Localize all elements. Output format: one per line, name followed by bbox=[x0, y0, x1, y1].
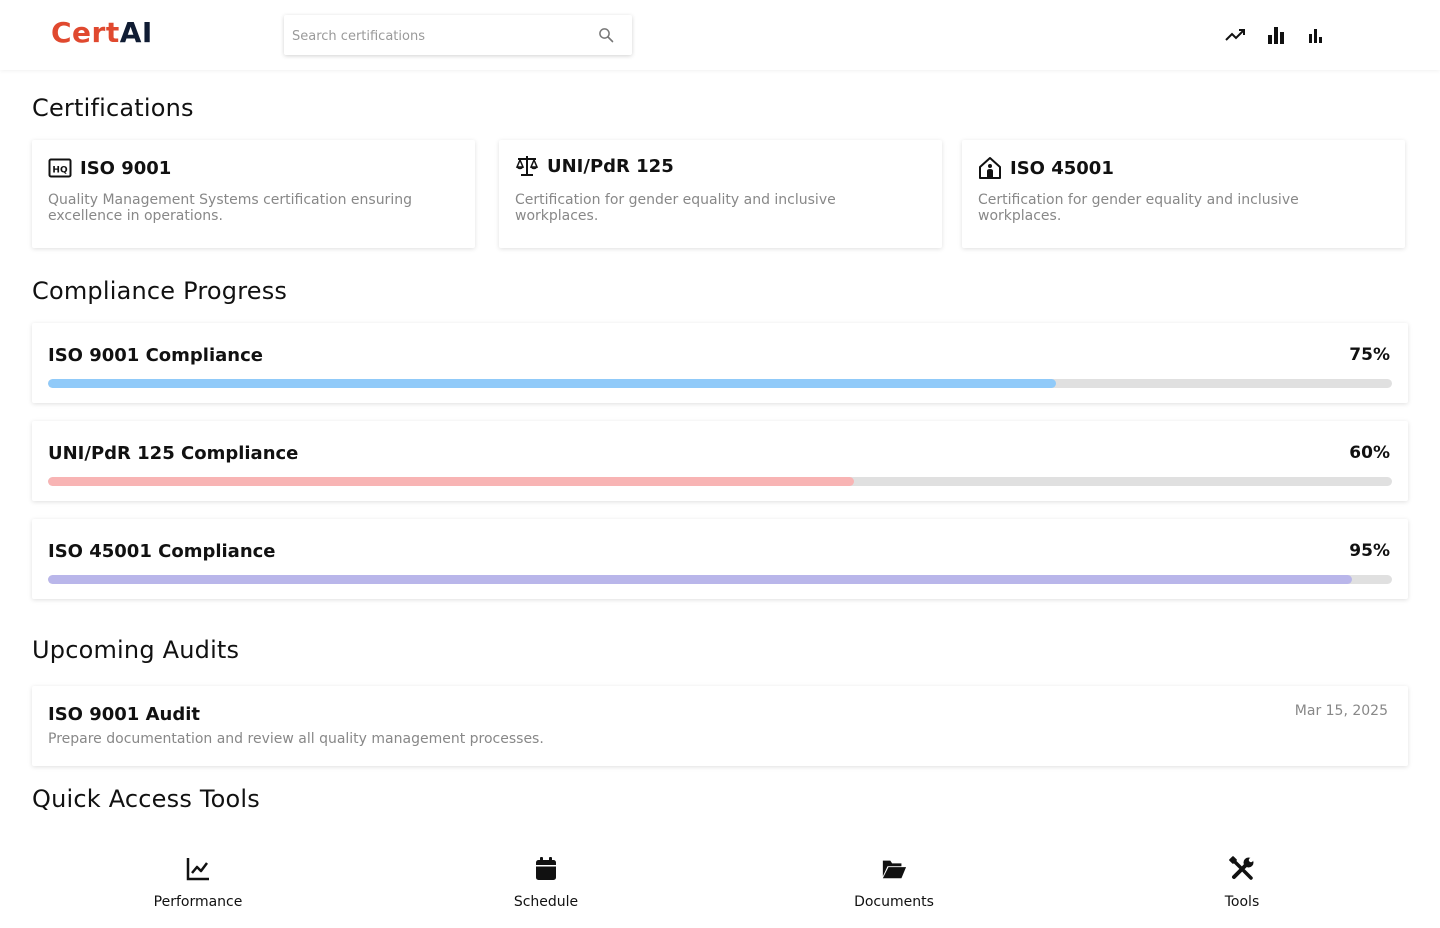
audit-title: ISO 9001 Audit bbox=[48, 704, 200, 725]
top-bar: CertAI bbox=[0, 0, 1440, 70]
certifications-heading: Certifications bbox=[32, 94, 194, 122]
compliance-percent: 75% bbox=[1349, 345, 1390, 365]
cert-card-iso9001[interactable]: HQ ISO 9001 Quality Management Systems c… bbox=[32, 140, 475, 248]
house-person-icon bbox=[979, 157, 1001, 179]
cert-title: ISO 45001 bbox=[1010, 157, 1114, 179]
bar-chart-small-icon[interactable] bbox=[1305, 24, 1327, 46]
tool-documents[interactable]: Documents bbox=[794, 852, 994, 912]
search-input[interactable] bbox=[290, 26, 594, 46]
cert-title: ISO 9001 bbox=[80, 157, 172, 179]
compliance-heading: Compliance Progress bbox=[32, 277, 288, 305]
logo-text-cert: Cert bbox=[51, 16, 120, 49]
tools-heading: Quick Access Tools bbox=[32, 785, 261, 813]
tool-schedule[interactable]: Schedule bbox=[446, 852, 646, 912]
compliance-card-unipdr125: UNI/PdR 125 Compliance 60% bbox=[32, 421, 1408, 501]
tool-label: Documents bbox=[854, 894, 934, 910]
audit-date: Mar 15, 2025 bbox=[1294, 703, 1388, 719]
folder-open-icon bbox=[882, 860, 907, 879]
compliance-title: UNI/PdR 125 Compliance bbox=[48, 443, 299, 464]
progress-fill bbox=[48, 477, 855, 486]
progress-fill bbox=[48, 575, 1352, 584]
compliance-percent: 60% bbox=[1349, 443, 1390, 463]
tool-label: Performance bbox=[153, 894, 243, 910]
progress-track bbox=[48, 477, 1392, 486]
cert-card-iso45001[interactable]: ISO 45001 Certification for gender equal… bbox=[962, 140, 1405, 248]
trending-up-icon[interactable] bbox=[1225, 24, 1247, 46]
audit-card[interactable]: ISO 9001 Audit Mar 15, 2025 Prepare docu… bbox=[32, 686, 1408, 766]
cert-title: UNI/PdR 125 bbox=[547, 155, 674, 177]
progress-track bbox=[48, 379, 1392, 388]
hq-icon: HQ bbox=[48, 158, 72, 178]
audits-heading: Upcoming Audits bbox=[32, 636, 240, 664]
logo-text-ai: AI bbox=[119, 16, 153, 49]
compliance-percent: 95% bbox=[1349, 541, 1390, 561]
cert-description: Quality Management Systems certification… bbox=[48, 192, 412, 224]
scale-icon bbox=[515, 156, 539, 176]
compliance-title: ISO 9001 Compliance bbox=[48, 345, 263, 366]
line-chart-icon bbox=[186, 858, 209, 881]
progress-fill bbox=[48, 379, 1056, 388]
compliance-card-iso9001: ISO 9001 Compliance 75% bbox=[32, 323, 1408, 403]
wrench-screwdriver-icon bbox=[1229, 856, 1254, 880]
tool-label: Schedule bbox=[513, 894, 579, 910]
cert-description: Certification for gender equality and in… bbox=[978, 192, 1299, 224]
progress-track bbox=[48, 575, 1392, 584]
search-box bbox=[284, 15, 632, 55]
calendar-icon bbox=[536, 857, 556, 880]
compliance-title: ISO 45001 Compliance bbox=[48, 541, 276, 562]
tool-performance[interactable]: Performance bbox=[98, 852, 298, 912]
tool-label: Tools bbox=[1224, 894, 1260, 910]
svg-text:HQ: HQ bbox=[52, 166, 68, 176]
cert-description: Certification for gender equality and in… bbox=[515, 192, 836, 224]
tool-tools[interactable]: Tools bbox=[1142, 852, 1342, 912]
cert-card-unipdr125[interactable]: UNI/PdR 125 Certification for gender equ… bbox=[499, 140, 942, 248]
logo[interactable]: CertAI bbox=[51, 16, 153, 49]
search-icon[interactable] bbox=[598, 27, 614, 43]
bar-chart-icon[interactable] bbox=[1265, 24, 1287, 46]
audit-description: Prepare documentation and review all qua… bbox=[48, 731, 544, 747]
compliance-card-iso45001: ISO 45001 Compliance 95% bbox=[32, 519, 1408, 599]
